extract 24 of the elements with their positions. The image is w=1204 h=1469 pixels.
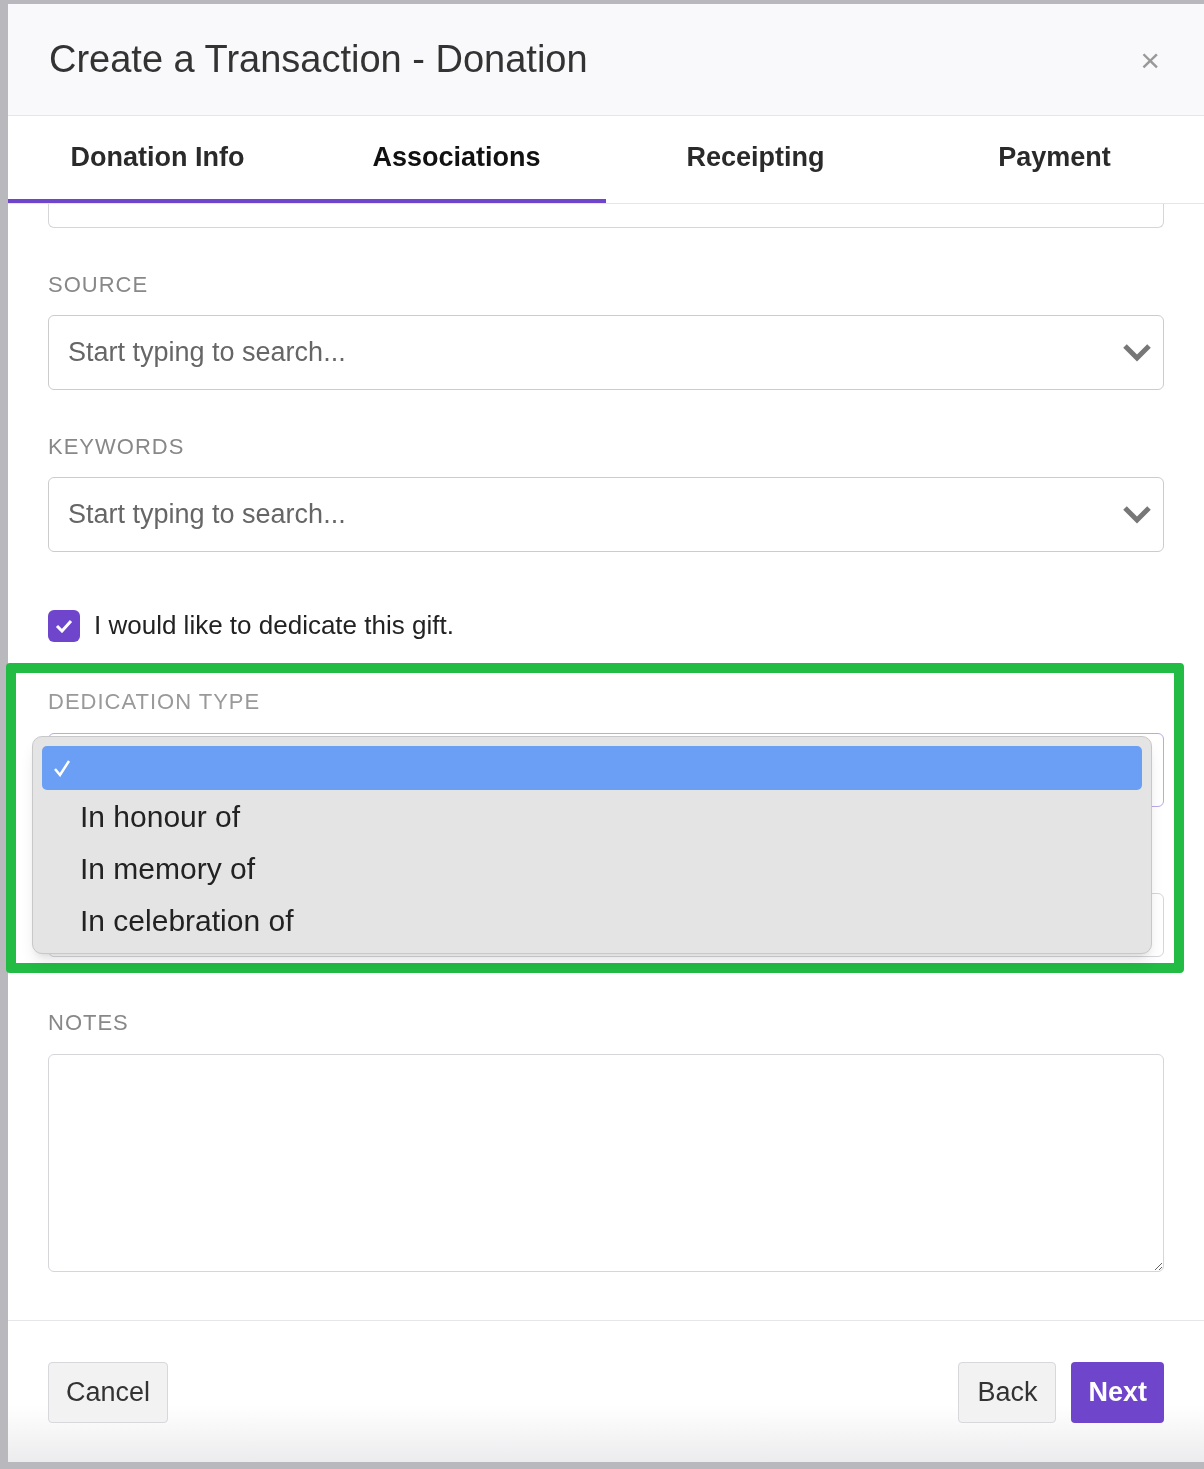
checkbox-label: I would like to dedicate this gift. — [94, 609, 454, 642]
dropdown-option[interactable]: In honour of — [42, 790, 1142, 842]
dropdown-option[interactable]: In celebration of — [42, 894, 1142, 946]
field-label: SOURCE — [48, 274, 150, 296]
field-label: DEDICATION TYPE — [48, 691, 262, 713]
back-button[interactable]: Back — [958, 1362, 1057, 1423]
chevron-down-icon — [1122, 342, 1152, 362]
tab[interactable]: Donation Info — [8, 116, 307, 203]
tab[interactable]: Payment — [905, 116, 1204, 203]
dropdown-option[interactable]: In memory of — [42, 842, 1142, 894]
search-select-field[interactable]: Start typing to search... — [48, 315, 1164, 390]
search-select-field[interactable]: Start typing to search... — [48, 477, 1164, 552]
checkmark-icon — [55, 618, 73, 633]
tab[interactable]: Receipting — [606, 116, 905, 203]
field-label: NOTES — [48, 1012, 130, 1034]
next-button[interactable]: Next — [1071, 1362, 1164, 1423]
field-label: KEYWORDS — [48, 436, 186, 458]
notes-field[interactable] — [48, 1054, 1164, 1272]
checkmark-icon — [53, 759, 71, 777]
dialog-title: Create a Transaction - Donation — [49, 37, 588, 82]
checkbox[interactable] — [48, 609, 80, 642]
tab[interactable]: Associations — [307, 116, 606, 203]
chevron-down-icon — [1122, 504, 1152, 524]
cancel-button[interactable]: Cancel — [48, 1362, 169, 1423]
